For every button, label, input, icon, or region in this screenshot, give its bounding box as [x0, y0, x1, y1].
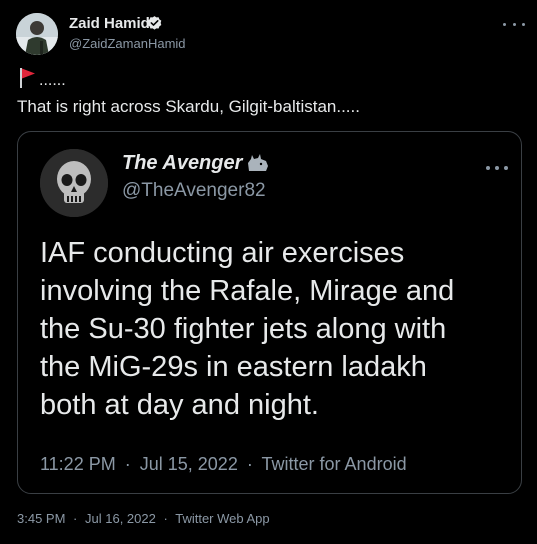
tweet-timestamp[interactable]: 3:45 PM — [17, 511, 65, 526]
more-horizontal-icon — [512, 22, 516, 26]
quoted-timestamp[interactable]: 11:22 PM — [40, 454, 116, 474]
quoted-text-line: the MiG-29s in eastern ladakh — [40, 351, 427, 383]
quoted-tweet-text: IAF conducting air exercises involving t… — [40, 234, 515, 424]
skull-icon — [40, 149, 108, 217]
more-horizontal-icon — [486, 166, 490, 170]
quoted-tweet-card[interactable]: The Avenger @TheAvenger82 IAF conducting… — [17, 131, 522, 494]
more-horizontal-icon — [495, 166, 499, 170]
author-name[interactable]: Zaid Hamid — [69, 15, 150, 32]
author-handle[interactable]: @ZaidZamanHamid — [69, 36, 186, 51]
author-avatar[interactable] — [16, 13, 58, 55]
quoted-more-options[interactable] — [486, 163, 508, 173]
verified-badge-icon — [147, 16, 162, 30]
tweet: Zaid Hamid @ZaidZamanHamid ...... That i… — [0, 0, 537, 544]
quoted-text-line: the Su-30 fighter jets along with — [40, 313, 447, 345]
tweet-source[interactable]: Twitter Web App — [175, 511, 269, 526]
quoted-source[interactable]: Twitter for Android — [262, 454, 407, 474]
more-horizontal-icon — [503, 22, 506, 26]
tweet-date[interactable]: Jul 16, 2022 — [85, 511, 156, 526]
meta-separator: · — [246, 454, 253, 474]
quoted-text-line: involving the Rafale, Mirage and — [40, 275, 455, 307]
quoted-text-line: both at day and night. — [40, 389, 319, 421]
quoted-author-name[interactable]: The Avenger — [122, 152, 242, 175]
rhino-icon — [248, 154, 268, 171]
triangular-flag-icon — [20, 68, 35, 88]
quoted-date[interactable]: Jul 15, 2022 — [140, 454, 238, 474]
more-horizontal-icon — [504, 166, 508, 170]
profile-photo-icon — [16, 13, 58, 55]
quoted-author-avatar[interactable] — [40, 149, 108, 217]
tweet-text: That is right across Skardu, Gilgit-balt… — [17, 97, 360, 116]
meta-separator: · — [73, 511, 78, 526]
meta-separator: · — [124, 454, 131, 474]
more-options-button[interactable] — [503, 18, 525, 30]
more-horizontal-icon — [522, 22, 525, 26]
quoted-author-handle[interactable]: @TheAvenger82 — [122, 180, 266, 202]
flag-line: ...... — [17, 67, 66, 89]
flag-dots: ...... — [39, 72, 66, 89]
tweet-meta: 3:45 PM · Jul 16, 2022 · Twitter Web App — [17, 511, 270, 526]
meta-separator: · — [163, 511, 168, 526]
quoted-text-line: IAF conducting air exercises — [40, 237, 405, 269]
quoted-tweet-meta: 11:22 PM · Jul 15, 2022 · Twitter for An… — [40, 454, 407, 475]
